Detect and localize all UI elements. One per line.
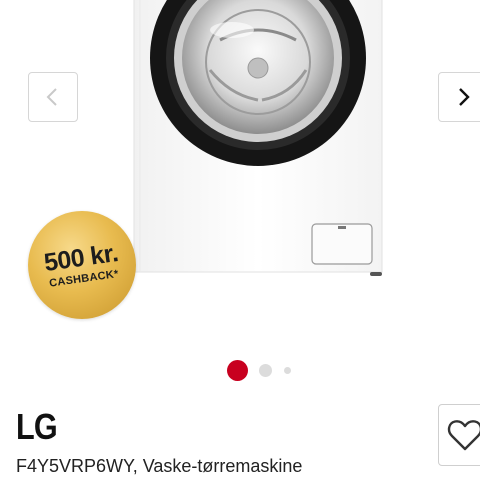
product-title: F4Y5VRP6WY, Vaske-tørremaskine bbox=[16, 456, 303, 476]
chevron-right-icon bbox=[459, 88, 470, 106]
product-image-gallery: 500 kr. CASHBACK* bbox=[0, 0, 480, 390]
carousel-dot-1-active[interactable] bbox=[227, 360, 248, 381]
carousel-pagination bbox=[0, 360, 480, 381]
carousel-dot-3[interactable] bbox=[284, 367, 291, 374]
chevron-left-icon bbox=[46, 88, 57, 106]
carousel-dot-2[interactable] bbox=[259, 364, 272, 377]
add-to-favorites-button[interactable] bbox=[438, 404, 480, 466]
heart-icon bbox=[447, 420, 480, 451]
product-brand: LG bbox=[16, 406, 58, 447]
previous-image-button[interactable] bbox=[28, 72, 78, 122]
next-image-button[interactable] bbox=[438, 72, 480, 122]
cashback-badge: 500 kr. CASHBACK* bbox=[28, 211, 136, 319]
